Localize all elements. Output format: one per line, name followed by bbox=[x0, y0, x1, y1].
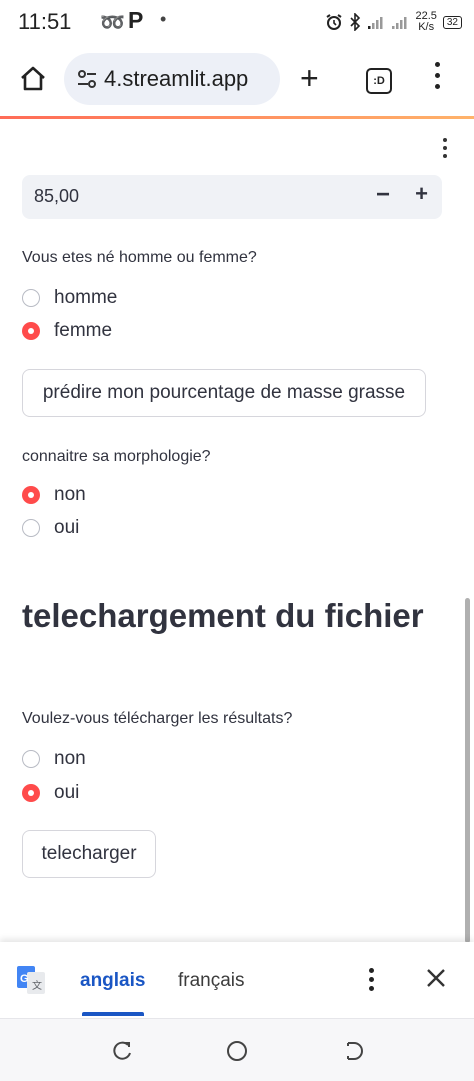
radio-circle-selected[interactable] bbox=[22, 784, 40, 802]
radio-morpho-non[interactable]: non bbox=[22, 482, 86, 508]
url-text[interactable]: 4.streamlit.app bbox=[104, 66, 248, 92]
back-icon[interactable] bbox=[342, 1039, 366, 1063]
radio-homme[interactable]: homme bbox=[22, 285, 117, 311]
radio-circle[interactable] bbox=[22, 750, 40, 768]
site-settings-icon[interactable] bbox=[76, 68, 98, 90]
home-icon[interactable] bbox=[18, 64, 48, 94]
page-scrollbar[interactable] bbox=[465, 598, 470, 943]
radio-download-non[interactable]: non bbox=[22, 746, 86, 772]
status-time: 11:51 bbox=[18, 9, 72, 34]
radio-circle[interactable] bbox=[22, 519, 40, 537]
new-tab-icon[interactable]: + bbox=[300, 62, 319, 94]
browser-menu-icon[interactable] bbox=[432, 62, 442, 96]
home-nav-icon[interactable] bbox=[225, 1039, 249, 1063]
p-icon: P bbox=[128, 7, 144, 33]
google-translate-icon[interactable]: G 文 bbox=[16, 965, 46, 995]
network-speed: 22.5 K/s bbox=[415, 11, 436, 33]
radio-label[interactable]: non bbox=[54, 484, 86, 506]
download-question-label: Voulez-vous télécharger les résultats? bbox=[22, 710, 293, 727]
radio-femme[interactable]: femme bbox=[22, 318, 112, 344]
radio-label[interactable]: femme bbox=[54, 320, 112, 342]
active-tab-indicator bbox=[82, 1012, 144, 1016]
tab-switcher-button[interactable]: :D bbox=[366, 68, 392, 94]
browser-toolbar: 4.streamlit.app + :D bbox=[0, 44, 474, 116]
sex-question-label: Vous etes né homme ou femme? bbox=[22, 249, 257, 266]
status-icons: 22.5 K/s 32 bbox=[325, 8, 462, 36]
bluetooth-icon bbox=[350, 13, 361, 31]
status-bar: 11:51 ➿ P • 22.5 K/s 32 bbox=[0, 0, 474, 44]
svg-text:G: G bbox=[20, 973, 29, 985]
streamlit-menu-icon[interactable] bbox=[440, 138, 450, 164]
morpho-question-label: connaitre sa morphologie? bbox=[22, 448, 211, 465]
radio-circle[interactable] bbox=[22, 289, 40, 307]
radio-download-oui[interactable]: oui bbox=[22, 780, 79, 806]
close-icon[interactable] bbox=[424, 966, 448, 990]
radio-label[interactable]: oui bbox=[54, 517, 79, 539]
download-button[interactable]: telecharger bbox=[22, 830, 156, 878]
increment-button[interactable]: + bbox=[415, 181, 428, 207]
at-icon: ➿ bbox=[100, 12, 125, 34]
battery-icon: 32 bbox=[442, 15, 462, 29]
address-bar[interactable]: 4.streamlit.app bbox=[64, 53, 280, 105]
radio-morpho-oui[interactable]: oui bbox=[22, 515, 79, 541]
alarm-icon bbox=[326, 14, 343, 30]
translate-bar: G 文 anglais français bbox=[0, 942, 474, 1018]
radio-label[interactable]: non bbox=[54, 748, 86, 770]
number-input-value[interactable]: 85,00 bbox=[34, 186, 79, 207]
source-language-tab[interactable]: anglais bbox=[80, 970, 145, 992]
dot-icon: • bbox=[160, 9, 167, 29]
radio-circle-selected[interactable] bbox=[22, 322, 40, 340]
radio-circle-selected[interactable] bbox=[22, 486, 40, 504]
page-load-bar bbox=[0, 116, 474, 119]
signal-icon bbox=[368, 17, 383, 29]
download-heading: telechargement du fichier bbox=[22, 597, 424, 634]
recents-icon[interactable] bbox=[110, 1039, 134, 1063]
target-language-tab[interactable]: français bbox=[178, 970, 245, 992]
radio-label[interactable]: homme bbox=[54, 287, 117, 309]
translate-menu-icon[interactable] bbox=[366, 968, 376, 998]
svg-text:文: 文 bbox=[32, 979, 42, 992]
radio-label[interactable]: oui bbox=[54, 782, 79, 804]
number-input[interactable]: 85,00 − + bbox=[22, 175, 442, 219]
speed-unit: K/s bbox=[418, 21, 435, 33]
signal2-icon bbox=[392, 17, 407, 29]
system-nav-bar bbox=[0, 1018, 474, 1081]
decrement-button[interactable]: − bbox=[376, 181, 390, 209]
predict-button[interactable]: prédire mon pourcentage de masse grasse bbox=[22, 369, 426, 417]
